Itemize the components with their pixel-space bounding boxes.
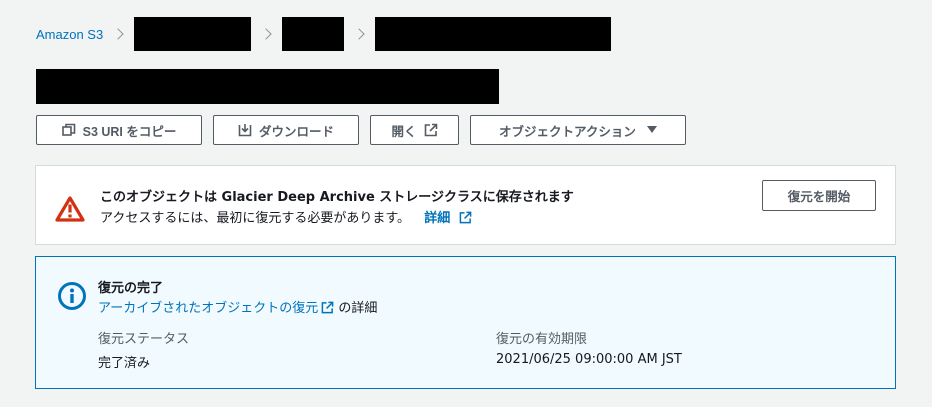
learn-more-link[interactable]: 詳細 (424, 211, 472, 226)
external-link-icon (321, 301, 334, 318)
copy-icon (61, 123, 76, 137)
info-icon (57, 281, 87, 315)
restore-expiry-label: 復元の有効期限 (496, 332, 588, 347)
object-actions-dropdown[interactable]: オブジェクトアクション (470, 115, 686, 145)
caret-down-icon (646, 126, 657, 134)
download-label: ダウンロード (258, 124, 334, 139)
chevron-right-icon (260, 28, 272, 40)
restore-complete-panel: 復元の完了 アーカイブされたオブジェクトの復元 の詳細 復元ステータス 完了済み… (35, 256, 896, 389)
restore-doc-row: アーカイブされたオブジェクトの復元 の詳細 (98, 297, 377, 318)
breadcrumb: Amazon S3 (36, 17, 612, 51)
glacier-warning-panel: このオブジェクトは Glacier Deep Archive ストレージクラスに… (35, 165, 896, 245)
external-link-icon (459, 211, 472, 228)
warning-body: アクセスするには、最初に復元する必要があります。 詳細 (100, 207, 472, 228)
copy-s3-uri-button[interactable]: S3 URI をコピー (36, 115, 202, 145)
redacted-breadcrumb-item (375, 17, 612, 51)
restore-archived-objects-link[interactable]: アーカイブされたオブジェクトの復元 (98, 301, 338, 316)
open-label: 開く (391, 124, 417, 139)
chevron-right-icon (353, 28, 365, 40)
restore-expiry-value: 2021/06/25 09:00:00 AM JST (496, 352, 682, 367)
restore-status-label: 復元ステータス (98, 332, 190, 347)
restore-doc-suffix: の詳細 (338, 301, 378, 316)
object-toolbar: S3 URI をコピー ダウンロード 開く オブジェクトアクション (36, 115, 697, 145)
warning-title: このオブジェクトは Glacier Deep Archive ストレージクラスに… (100, 190, 574, 205)
object-actions-label: オブジェクトアクション (499, 124, 636, 139)
redacted-breadcrumb-item[interactable] (282, 17, 345, 51)
restore-status-value: 完了済み (98, 356, 151, 371)
warning-icon (55, 196, 85, 226)
copy-s3-uri-label: S3 URI をコピー (82, 124, 177, 139)
learn-more-label: 詳細 (424, 211, 451, 226)
download-button[interactable]: ダウンロード (213, 115, 359, 145)
warning-body-text: アクセスするには、最初に復元する必要があります。 (100, 211, 411, 226)
restore-archived-objects-label: アーカイブされたオブジェクトの復元 (98, 301, 319, 316)
open-button[interactable]: 開く (370, 115, 459, 145)
restore-complete-title: 復元の完了 (98, 281, 164, 296)
external-link-icon (424, 123, 438, 137)
breadcrumb-amazon-s3[interactable]: Amazon S3 (36, 27, 103, 42)
redacted-breadcrumb-item[interactable] (134, 17, 252, 51)
page-title-redacted (36, 69, 499, 104)
download-icon (238, 123, 252, 137)
start-restore-button[interactable]: 復元を開始 (762, 180, 876, 211)
chevron-right-icon (112, 28, 124, 40)
